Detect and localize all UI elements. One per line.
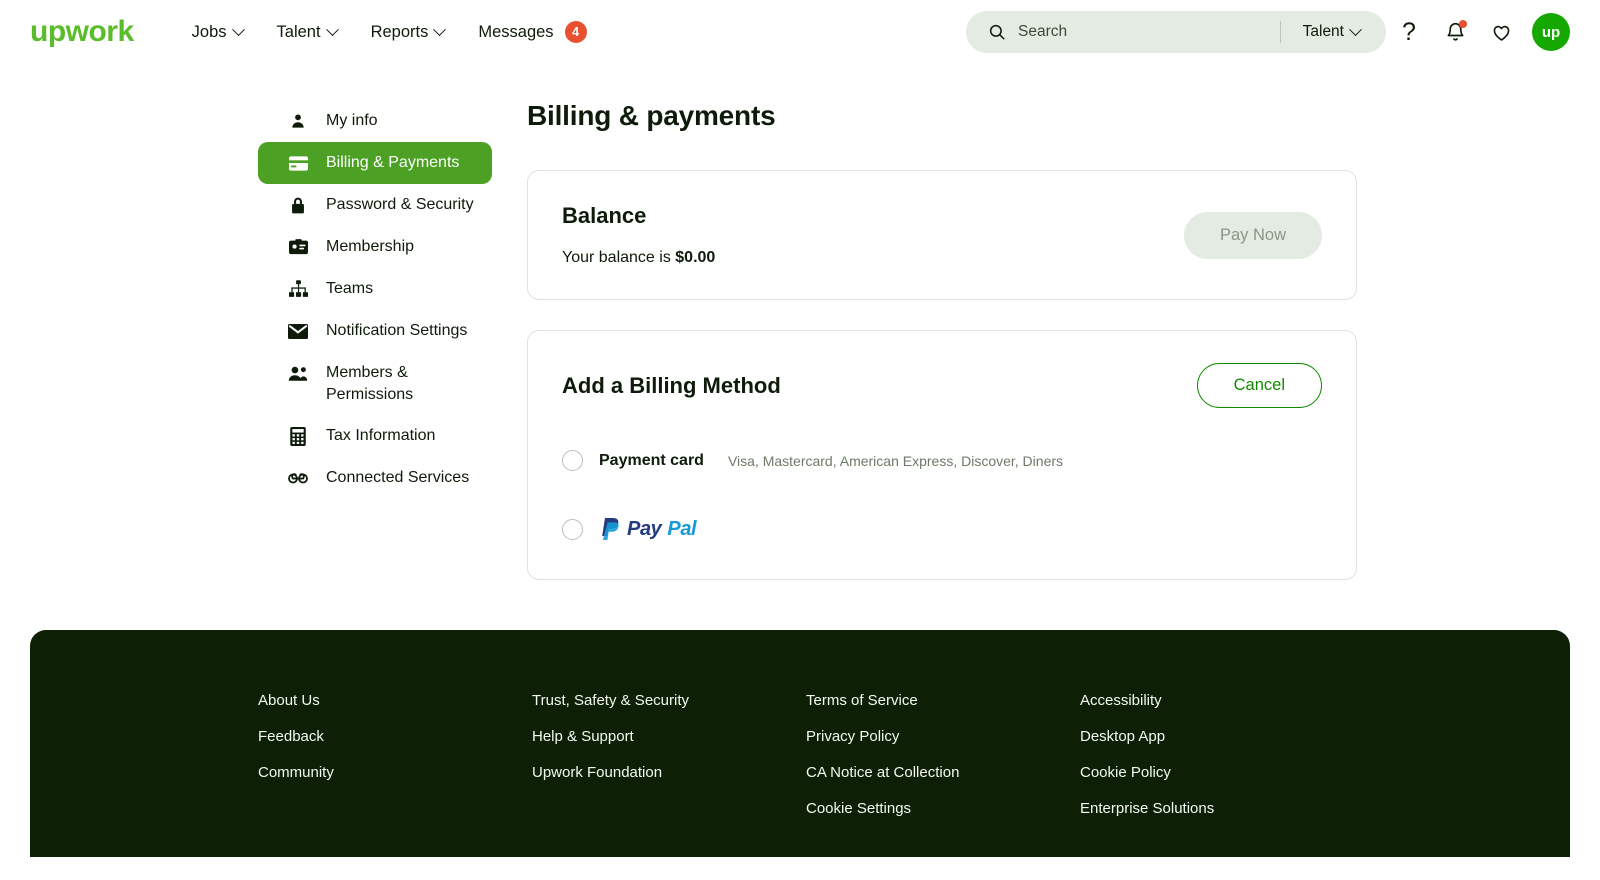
billing-method-options: Payment card Visa, Mastercard, American … — [562, 450, 1322, 541]
pay-now-button[interactable]: Pay Now — [1184, 212, 1322, 259]
search-scope-label: Talent — [1303, 23, 1344, 41]
paypal-logo-pay: Pay — [627, 518, 661, 541]
footer-link-cookie-policy[interactable]: Cookie Policy — [1080, 764, 1214, 781]
sidebar-item-tax-information[interactable]: Tax Information — [258, 415, 492, 457]
page-body: My info Billing & Payments Password & Se… — [0, 64, 1600, 610]
footer-link-upwork-foundation[interactable]: Upwork Foundation — [532, 764, 806, 781]
footer-link-cookie-settings[interactable]: Cookie Settings — [806, 800, 1080, 817]
sidebar-item-members-permissions[interactable]: Members & Permissions — [258, 352, 492, 415]
search-bar[interactable]: Talent — [966, 11, 1386, 53]
balance-text-prefix: Your balance is — [562, 249, 675, 266]
settings-sidebar: My info Billing & Payments Password & Se… — [258, 100, 492, 610]
sidebar-item-label: My info — [326, 110, 378, 132]
nav-label: Jobs — [192, 23, 227, 42]
chevron-down-icon — [232, 23, 245, 36]
payment-card-label: Payment card — [599, 452, 704, 470]
radio-paypal[interactable] — [562, 519, 583, 540]
payment-card-brands: Visa, Mastercard, American Express, Disc… — [728, 453, 1063, 469]
id-card-icon — [288, 237, 308, 257]
footer-link-about-us[interactable]: About Us — [258, 692, 532, 709]
billing-method-heading: Add a Billing Method — [562, 373, 781, 399]
footer-column-1: About Us Feedback Community — [258, 692, 532, 817]
sidebar-item-connected-services[interactable]: Connected Services — [258, 457, 492, 499]
people-icon — [288, 363, 308, 383]
footer-column-3: Terms of Service Privacy Policy CA Notic… — [806, 692, 1080, 817]
chevron-down-icon — [326, 23, 339, 36]
credit-card-icon — [288, 153, 308, 173]
footer-link-accessibility[interactable]: Accessibility — [1080, 692, 1214, 709]
sidebar-item-label: Password & Security — [326, 194, 474, 216]
sidebar-item-label: Connected Services — [326, 467, 469, 489]
nav-label: Talent — [277, 23, 321, 42]
notification-dot — [1459, 20, 1467, 28]
top-header: upwork Jobs Talent Reports Messages 4 — [0, 0, 1600, 64]
footer-link-ca-notice-at-collection[interactable]: CA Notice at Collection — [806, 764, 1080, 781]
footer-link-terms-of-service[interactable]: Terms of Service — [806, 692, 1080, 709]
person-icon — [288, 111, 308, 131]
cancel-button[interactable]: Cancel — [1197, 363, 1322, 408]
chevron-down-icon — [1349, 23, 1362, 36]
nav-item-messages[interactable]: Messages 4 — [478, 21, 586, 43]
sidebar-item-billing-payments[interactable]: Billing & Payments — [258, 142, 492, 184]
nav-item-jobs[interactable]: Jobs — [192, 23, 243, 42]
main-content: Billing & payments Balance Your balance … — [492, 100, 1600, 610]
envelope-icon — [288, 321, 308, 341]
nav-item-reports[interactable]: Reports — [371, 23, 445, 42]
balance-heading: Balance — [562, 203, 715, 229]
notifications-button[interactable] — [1432, 9, 1478, 55]
nav-item-talent[interactable]: Talent — [277, 23, 337, 42]
payment-method-option-paypal[interactable]: Pay Pal — [562, 517, 1322, 541]
sidebar-item-label: Billing & Payments — [326, 152, 459, 174]
footer-link-community[interactable]: Community — [258, 764, 532, 781]
sidebar-item-membership[interactable]: Membership — [258, 226, 492, 268]
lock-icon — [288, 195, 308, 215]
upwork-logo[interactable]: upwork — [30, 17, 134, 47]
sidebar-item-my-info[interactable]: My info — [258, 100, 492, 142]
footer-column-2: Trust, Safety & Security Help & Support … — [532, 692, 806, 817]
footer-link-trust-safety-security[interactable]: Trust, Safety & Security — [532, 692, 806, 709]
messages-badge: 4 — [565, 21, 587, 43]
main-nav: Jobs Talent Reports Messages 4 — [192, 21, 587, 43]
radio-payment-card[interactable] — [562, 450, 583, 471]
question-mark-icon: ? — [1402, 20, 1416, 45]
sidebar-item-label: Membership — [326, 236, 414, 258]
balance-text: Your balance is $0.00 — [562, 249, 715, 267]
nav-label: Messages — [478, 23, 553, 42]
calculator-icon — [288, 426, 308, 446]
footer-link-feedback[interactable]: Feedback — [258, 728, 532, 745]
paypal-logo-pal: Pal — [667, 518, 696, 541]
balance-amount: $0.00 — [675, 249, 715, 266]
footer-link-enterprise-solutions[interactable]: Enterprise Solutions — [1080, 800, 1214, 817]
footer-link-privacy-policy[interactable]: Privacy Policy — [806, 728, 1080, 745]
heart-icon — [1490, 22, 1513, 43]
search-icon — [988, 23, 1006, 41]
balance-card: Balance Your balance is $0.00 Pay Now — [527, 170, 1357, 300]
footer-column-4: Accessibility Desktop App Cookie Policy … — [1080, 692, 1214, 817]
nav-label: Reports — [371, 23, 429, 42]
sidebar-item-label: Teams — [326, 278, 373, 300]
sidebar-item-label: Notification Settings — [326, 320, 467, 342]
search-scope-selector[interactable]: Talent — [1281, 23, 1378, 41]
site-footer: About Us Feedback Community Trust, Safet… — [30, 630, 1570, 857]
link-icon — [288, 468, 308, 488]
footer-link-help-support[interactable]: Help & Support — [532, 728, 806, 745]
header-actions: Talent ? up — [966, 9, 1570, 55]
help-button[interactable]: ? — [1386, 9, 1432, 55]
page-title: Billing & payments — [527, 100, 1357, 132]
sidebar-item-label: Tax Information — [326, 425, 435, 447]
payment-method-option-card[interactable]: Payment card Visa, Mastercard, American … — [562, 450, 1322, 471]
avatar[interactable]: up — [1532, 13, 1570, 51]
search-input[interactable] — [1006, 23, 1280, 41]
paypal-logo: Pay Pal — [599, 517, 696, 541]
chevron-down-icon — [433, 23, 446, 36]
sidebar-item-teams[interactable]: Teams — [258, 268, 492, 310]
sidebar-item-label: Members & Permissions — [326, 362, 478, 405]
sidebar-item-notification-settings[interactable]: Notification Settings — [258, 310, 492, 352]
add-billing-method-card: Add a Billing Method Cancel Payment card… — [527, 330, 1357, 580]
paypal-mark-icon — [599, 517, 621, 541]
saved-button[interactable] — [1478, 9, 1524, 55]
footer-link-desktop-app[interactable]: Desktop App — [1080, 728, 1214, 745]
sidebar-item-password-security[interactable]: Password & Security — [258, 184, 492, 226]
org-chart-icon — [288, 279, 308, 299]
